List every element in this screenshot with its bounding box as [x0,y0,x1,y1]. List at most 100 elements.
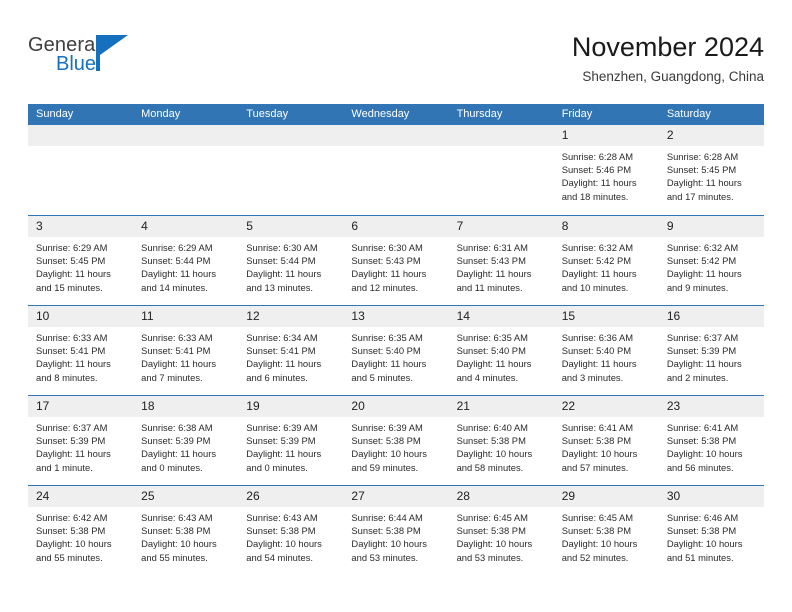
daylight-text: Daylight: 11 hours and 14 minutes. [141,268,217,293]
sunset-text: Sunset: 5:38 PM [456,435,526,447]
calendar-day-cell[interactable]: 13 Sunrise: 6:35 AM Sunset: 5:40 PM Dayligh… [343,306,449,396]
sunset-text: Sunset: 5:45 PM [666,164,737,176]
calendar-day-cell[interactable]: 17 Sunrise: 6:37 AM Sunset: 5:39 PM Dayligh… [28,396,134,486]
sunrise-text: Sunrise: 6:45 AM [456,512,528,523]
sunset-text: Sunset: 5:44 PM [141,255,211,267]
calendar-day-cell[interactable]: 20 Sunrise: 6:39 AM Sunset: 5:38 PM Dayligh… [343,396,449,486]
sunrise-text: Sunrise: 6:40 AM [456,422,528,433]
day-number: 13 [343,306,449,327]
sunrise-text: Sunrise: 6:33 AM [36,332,108,343]
sunrise-text: Sunrise: 6:39 AM [246,422,318,433]
calendar-day-cell[interactable]: 26 Sunrise: 6:43 AM Sunset: 5:38 PM Dayligh… [238,486,344,576]
sunset-text: Sunset: 5:39 PM [246,435,316,447]
weekday-header-friday: Friday [561,108,593,120]
calendar-day-cell[interactable]: 24 Sunrise: 6:42 AM Sunset: 5:38 PM Dayligh… [28,486,134,576]
day-number: 1 [553,125,659,146]
calendar-day-cell[interactable]: 14 Sunrise: 6:35 AM Sunset: 5:40 PM Dayligh… [448,306,554,396]
calendar-day-cell[interactable]: 27 Sunrise: 6:44 AM Sunset: 5:38 PM Dayligh… [343,486,449,576]
daylight-text: Daylight: 11 hours and 12 minutes. [351,268,427,293]
day-sun-info: Sunrise: 6:28 AM Sunset: 5:45 PM Daylight:… [659,146,764,203]
day-sun-info: Sunrise: 6:29 AM Sunset: 5:45 PM Daylight:… [28,237,133,294]
daylight-text: Daylight: 10 hours and 55 minutes. [141,538,217,563]
calendar-day-cell-empty [448,125,554,215]
sunrise-text: Sunrise: 6:29 AM [141,242,213,253]
sunset-text: Sunset: 5:43 PM [456,255,526,267]
day-sun-info: Sunrise: 6:41 AM Sunset: 5:38 PM Daylight:… [554,417,659,474]
calendar-day-cell[interactable]: 10 Sunrise: 6:33 AM Sunset: 5:41 PM Dayligh… [28,306,134,396]
sunset-text: Sunset: 5:39 PM [141,435,211,447]
day-sun-info: Sunrise: 6:39 AM Sunset: 5:38 PM Daylight:… [343,417,448,474]
calendar-day-cell[interactable]: 8 Sunrise: 6:32 AM Sunset: 5:42 PM Daylight… [553,216,659,306]
calendar-day-cell[interactable]: 21 Sunrise: 6:40 AM Sunset: 5:38 PM Dayligh… [448,396,554,486]
calendar-day-cell[interactable]: 23 Sunrise: 6:41 AM Sunset: 5:38 PM Dayligh… [658,396,764,486]
calendar-weeks: 1 Sunrise: 6:28 AM Sunset: 5:46 PM Daylight… [28,125,764,576]
day-sun-info: Sunrise: 6:45 AM Sunset: 5:38 PM Daylight:… [449,507,554,564]
day-number: 22 [553,396,659,417]
calendar-day-cell[interactable]: 22 Sunrise: 6:41 AM Sunset: 5:38 PM Dayligh… [553,396,659,486]
daylight-text: Daylight: 10 hours and 51 minutes. [666,538,743,563]
day-number: 20 [343,396,449,417]
day-number: 10 [28,306,134,327]
day-sun-info: Sunrise: 6:43 AM Sunset: 5:38 PM Daylight:… [238,507,343,564]
day-number: 23 [658,396,764,417]
calendar-day-cell[interactable]: 2 Sunrise: 6:28 AM Sunset: 5:45 PM Daylight… [658,125,764,215]
sunrise-text: Sunrise: 6:28 AM [561,151,634,162]
calendar-day-cell[interactable]: 3 Sunrise: 6:29 AM Sunset: 5:45 PM Daylight… [28,216,134,306]
page-title: November 2024 [571,32,764,62]
calendar-day-cell[interactable]: 6 Sunrise: 6:30 AM Sunset: 5:43 PM Daylight… [343,216,449,306]
flag-triangle-icon [96,35,128,71]
day-number: 29 [553,486,659,507]
calendar-day-cell-empty [133,125,239,215]
general-blue-logo[interactable]: General Blue [28,34,168,86]
calendar-day-cell[interactable]: 29 Sunrise: 6:45 AM Sunset: 5:38 PM Dayligh… [553,486,659,576]
calendar-day-cell[interactable]: 28 Sunrise: 6:45 AM Sunset: 5:38 PM Dayligh… [448,486,554,576]
sunset-text: Sunset: 5:38 PM [666,525,737,537]
sunset-text: Sunset: 5:44 PM [246,255,316,267]
calendar-day-cell[interactable]: 19 Sunrise: 6:39 AM Sunset: 5:39 PM Dayligh… [238,396,344,486]
daylight-text: Daylight: 11 hours and 7 minutes. [141,358,217,383]
daylight-text: Daylight: 11 hours and 9 minutes. [666,268,742,293]
daylight-text: Daylight: 11 hours and 13 minutes. [246,268,322,293]
calendar-day-cell[interactable]: 4 Sunrise: 6:29 AM Sunset: 5:44 PM Daylight… [133,216,239,306]
day-sun-info: Sunrise: 6:35 AM Sunset: 5:40 PM Daylight:… [449,327,554,384]
calendar-day-cell[interactable]: 9 Sunrise: 6:32 AM Sunset: 5:42 PM Daylight… [658,216,764,306]
calendar-day-cell[interactable]: 11 Sunrise: 6:33 AM Sunset: 5:41 PM Dayligh… [133,306,239,396]
day-number: 9 [658,216,764,237]
calendar-day-cell[interactable]: 25 Sunrise: 6:43 AM Sunset: 5:38 PM Dayligh… [133,486,239,576]
calendar-day-cell[interactable]: 18 Sunrise: 6:38 AM Sunset: 5:39 PM Dayligh… [133,396,239,486]
calendar-day-cell[interactable]: 1 Sunrise: 6:28 AM Sunset: 5:46 PM Daylight… [553,125,659,215]
calendar-day-cell[interactable]: 12 Sunrise: 6:34 AM Sunset: 5:41 PM Dayligh… [238,306,344,396]
sunrise-text: Sunrise: 6:45 AM [561,512,634,523]
sunset-text: Sunset: 5:43 PM [351,255,421,267]
sunset-text: Sunset: 5:38 PM [456,525,526,537]
logo-text-blue: Blue [56,53,97,75]
weekday-header-wednesday: Wednesday [351,108,410,120]
day-sun-info: Sunrise: 6:46 AM Sunset: 5:38 PM Daylight:… [659,507,764,564]
sunset-text: Sunset: 5:41 PM [141,345,211,357]
sunset-text: Sunset: 5:38 PM [351,525,421,537]
day-number: 27 [343,486,449,507]
daylight-text: Daylight: 11 hours and 11 minutes. [456,268,532,293]
sunset-text: Sunset: 5:46 PM [561,164,632,176]
day-sun-info: Sunrise: 6:36 AM Sunset: 5:40 PM Daylight:… [554,327,659,384]
day-number: 3 [28,216,134,237]
calendar-day-cell[interactable]: 5 Sunrise: 6:30 AM Sunset: 5:44 PM Daylight… [238,216,344,306]
sunrise-text: Sunrise: 6:34 AM [246,332,318,343]
calendar-day-cell[interactable]: 7 Sunrise: 6:31 AM Sunset: 5:43 PM Daylight… [448,216,554,306]
sunset-text: Sunset: 5:38 PM [36,525,106,537]
calendar-day-cell[interactable]: 15 Sunrise: 6:36 AM Sunset: 5:40 PM Dayligh… [553,306,659,396]
daylight-text: Daylight: 11 hours and 6 minutes. [246,358,322,383]
weekday-header-tuesday: Tuesday [246,108,289,120]
calendar-day-cell[interactable]: 30 Sunrise: 6:46 AM Sunset: 5:38 PM Dayligh… [658,486,764,576]
sunrise-text: Sunrise: 6:37 AM [666,332,739,343]
calendar-day-cell[interactable]: 16 Sunrise: 6:37 AM Sunset: 5:39 PM Dayligh… [658,306,764,396]
day-number: 30 [658,486,764,507]
daylight-text: Daylight: 11 hours and 5 minutes. [351,358,427,383]
day-sun-info: Sunrise: 6:33 AM Sunset: 5:41 PM Daylight:… [28,327,133,384]
day-number [133,125,239,146]
daylight-text: Daylight: 10 hours and 56 minutes. [666,448,743,473]
calendar-page: General Blue November 2024 Shenzhen, Gua… [0,0,792,612]
daylight-text: Daylight: 10 hours and 55 minutes. [36,538,112,563]
sunset-text: Sunset: 5:38 PM [561,525,632,537]
daylight-text: Daylight: 10 hours and 54 minutes. [246,538,322,563]
